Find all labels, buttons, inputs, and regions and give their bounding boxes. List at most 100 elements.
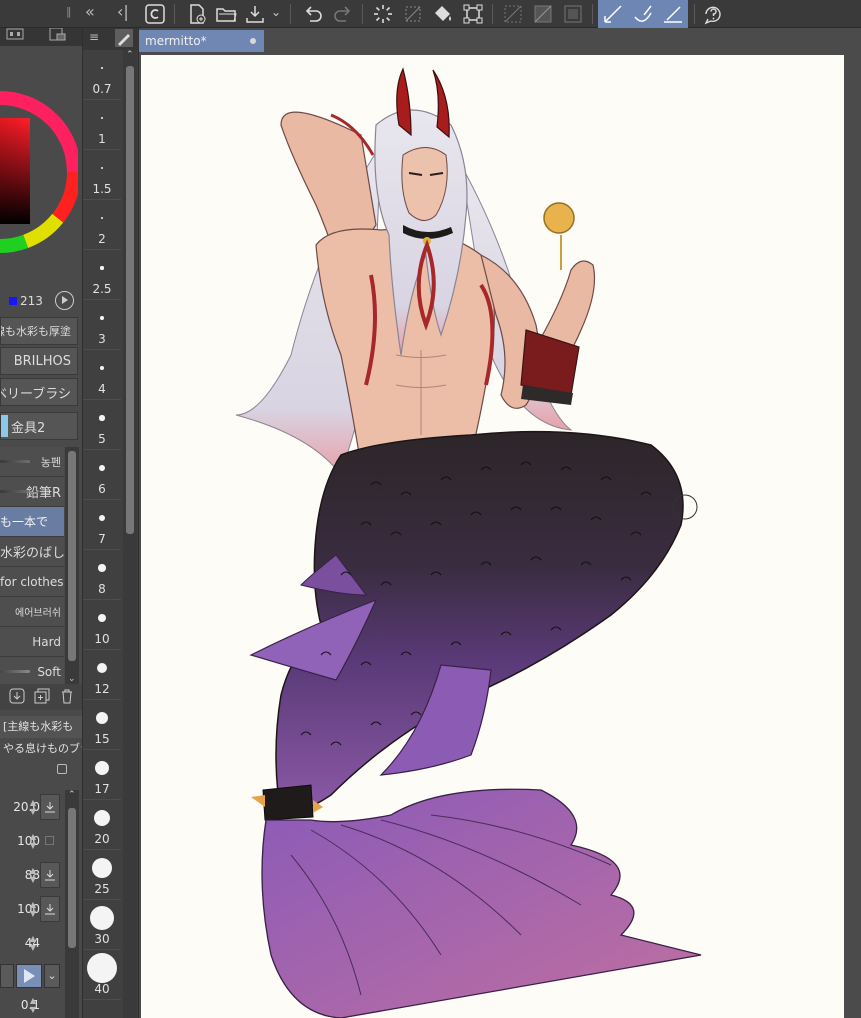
- trash-icon[interactable]: [59, 688, 75, 704]
- new-file-button[interactable]: [182, 0, 212, 28]
- selection-border-button[interactable]: [558, 0, 588, 28]
- clear-outside-button[interactable]: [528, 0, 558, 28]
- brush-size-cell[interactable]: 12: [83, 650, 121, 700]
- brush-item-4[interactable]: for clothes: [0, 567, 64, 597]
- brush-size-label: 0.7: [92, 82, 112, 96]
- brush-label: 水彩のばし: [0, 546, 64, 561]
- blue-swatch: [9, 297, 17, 305]
- lock-icon[interactable]: [57, 764, 67, 774]
- chevron-down-icon[interactable]: ⌄: [68, 674, 76, 684]
- brush-item-5[interactable]: 에어브러쉬: [0, 597, 64, 627]
- brush-size-cell[interactable]: 5: [83, 400, 121, 450]
- transform-button[interactable]: [458, 0, 488, 28]
- brush-size-label: 20: [94, 832, 110, 846]
- brush-size-cell[interactable]: 1.5: [83, 150, 121, 200]
- pressure-settings-button[interactable]: [40, 794, 60, 820]
- brush-item-7[interactable]: Soft: [0, 657, 64, 687]
- brush-icon[interactable]: [115, 29, 133, 47]
- fill-bucket-icon: [435, 6, 451, 21]
- brush-size-cell[interactable]: 8: [83, 550, 121, 600]
- brush-size-cell[interactable]: 40: [83, 950, 121, 1000]
- brush-size-label: 2.5: [92, 282, 112, 296]
- scrollbar-thumb[interactable]: [68, 808, 76, 948]
- help-icon: [704, 6, 721, 25]
- open-file-button[interactable]: [211, 0, 241, 28]
- stroke-mode-a-icon[interactable]: [0, 964, 14, 988]
- clear-selection-button[interactable]: [398, 0, 428, 28]
- brush-size-cell[interactable]: 6: [83, 450, 121, 500]
- chevron-down-icon[interactable]: ⌄: [271, 5, 281, 19]
- save-button[interactable]: [240, 0, 270, 28]
- spin-arrows-icon[interactable]: ▲ ▼: [28, 996, 38, 1014]
- brush-item-1[interactable]: 鉛筆R: [0, 477, 64, 507]
- brush-item-2[interactable]: も一本で: [0, 507, 64, 537]
- play-circle-icon[interactable]: [55, 291, 74, 310]
- subtool-group-1[interactable]: BRILHOS: [0, 347, 78, 375]
- collapse-panel-icon[interactable]: ‹|: [117, 2, 129, 21]
- snap-ruler-button[interactable]: [598, 0, 628, 28]
- subtool-group-3[interactable]: 金具2: [0, 412, 78, 440]
- undo-button[interactable]: [298, 0, 328, 28]
- snap-special-ruler-button[interactable]: [628, 0, 658, 28]
- spin-arrows-icon[interactable]: ▲ ▼: [28, 900, 38, 918]
- spin-arrows-icon[interactable]: ▲ ▼: [28, 866, 38, 884]
- brush-size-scrollbar[interactable]: ⌃: [123, 50, 137, 1018]
- brush-size-cell[interactable]: 2: [83, 200, 121, 250]
- property-scrollbar[interactable]: ⌃: [65, 790, 79, 1018]
- brush-size-cell[interactable]: 20: [83, 800, 121, 850]
- scrollbar-thumb[interactable]: [68, 451, 76, 661]
- brush-size-cell[interactable]: 7: [83, 500, 121, 550]
- brush-item-3[interactable]: 水彩のばし: [0, 537, 64, 567]
- brush-list-scrollbar[interactable]: ⌄: [65, 447, 79, 684]
- transform-icon: [463, 4, 483, 24]
- brush-size-cell[interactable]: 3: [83, 300, 121, 350]
- brush-item-6[interactable]: Hard: [0, 627, 64, 657]
- spin-arrows-icon[interactable]: ▲ ▼: [28, 798, 38, 816]
- brush-size-cell[interactable]: 30: [83, 900, 121, 950]
- redo-button[interactable]: [328, 0, 358, 28]
- clear-layer-button[interactable]: [498, 0, 528, 28]
- clear-layer-icon: [504, 5, 522, 23]
- spin-arrows-icon[interactable]: ▲ ▼: [28, 934, 38, 952]
- download-icon[interactable]: [9, 688, 25, 704]
- subtool-group-2[interactable]: ベリーブラシ: [0, 378, 78, 406]
- brush-size-cell[interactable]: 15: [83, 700, 121, 750]
- play-icon[interactable]: [16, 964, 42, 988]
- brush-size-cell[interactable]: 25: [83, 850, 121, 900]
- fill-button[interactable]: [428, 0, 458, 28]
- clip-studio-button[interactable]: [140, 0, 170, 28]
- brush-size-cell[interactable]: 17: [83, 750, 121, 800]
- brush-size-header: ≡: [83, 28, 139, 50]
- menu-icon[interactable]: ≡: [89, 30, 99, 44]
- brush-item-0[interactable]: 농펜: [0, 447, 64, 477]
- collapse-left-icon[interactable]: «: [85, 2, 95, 21]
- opacity-pressure-button[interactable]: [40, 896, 60, 922]
- snap-grid-button[interactable]: [658, 0, 688, 28]
- brush-size-dot: [96, 662, 108, 674]
- brush-size-cell[interactable]: 1: [83, 100, 121, 150]
- brush-size-dot: [99, 415, 105, 421]
- document-tab[interactable]: mermitto*: [139, 30, 264, 52]
- color-wheel[interactable]: [0, 52, 78, 282]
- brush-size-cell[interactable]: 0.7: [83, 50, 121, 100]
- chevron-up-icon[interactable]: ⌃: [68, 790, 76, 800]
- chevron-up-icon[interactable]: ⌃: [126, 50, 134, 60]
- loading-button[interactable]: [368, 0, 398, 28]
- canvas-area[interactable]: mermitto*: [139, 28, 861, 1018]
- brush-size-cell[interactable]: 4: [83, 350, 121, 400]
- grip-icon[interactable]: ‖: [66, 5, 72, 18]
- duplicate-icon[interactable]: [34, 688, 50, 704]
- scrollbar-thumb[interactable]: [126, 66, 134, 534]
- subtool-group-3-label: 金具2: [11, 420, 46, 436]
- chevron-down-icon[interactable]: ⌄: [44, 964, 60, 988]
- brush-size-cell[interactable]: 10: [83, 600, 121, 650]
- canvas-paper[interactable]: [141, 55, 844, 1018]
- brush-size-palette: ≡ 0.7 1 1.5 2 2.5 3 4 5 6 7 8 10 12 15 17 20 25 30 40 ⌃: [83, 28, 139, 1018]
- density-pressure-button[interactable]: [40, 862, 60, 888]
- spin-arrows-icon[interactable]: ▲ ▼: [28, 832, 38, 850]
- brush-size-dot: [100, 316, 104, 320]
- brush-size-cell[interactable]: 2.5: [83, 250, 121, 300]
- subtool-group-0[interactable]: 線も水彩も厚塗: [0, 317, 78, 345]
- unsaved-dot-icon[interactable]: [250, 38, 256, 44]
- help-button[interactable]: [698, 0, 728, 28]
